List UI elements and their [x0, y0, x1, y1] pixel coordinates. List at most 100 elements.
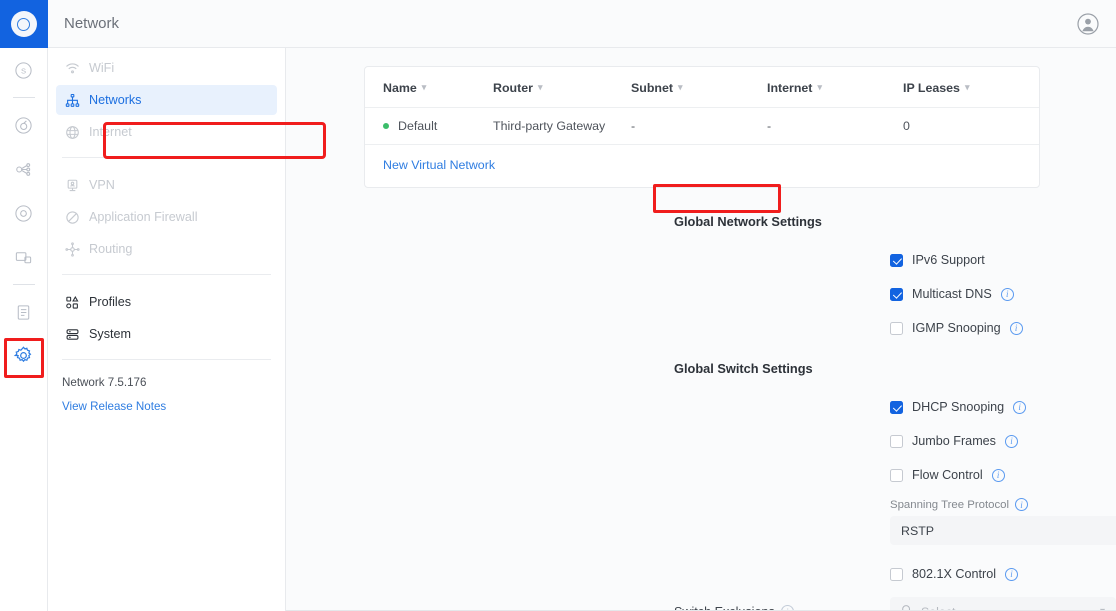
rail-item-logs[interactable]	[0, 290, 48, 334]
sidebar-item-label: Profiles	[89, 295, 131, 309]
spanning-tree-protocol-select[interactable]: RSTP ▾	[890, 516, 1116, 545]
info-icon[interactable]: i	[1010, 322, 1023, 335]
camera-circle-icon	[14, 204, 33, 223]
rail-separator-1	[13, 97, 35, 98]
checkbox-row-multicast-dns[interactable]: Multicast DNS i	[890, 283, 1116, 305]
checkbox-label: IPv6 Support	[912, 253, 985, 267]
rail-item-protect[interactable]: S	[0, 48, 48, 92]
vpn-icon	[64, 177, 80, 193]
dot1x-control-checkbox[interactable]	[890, 568, 903, 581]
account-avatar-icon[interactable]	[1076, 12, 1100, 36]
version-label: Network 7.5.176	[62, 376, 271, 389]
networks-table: Name▾ Router▾ Subnet▾ Internet▾	[365, 67, 1039, 145]
sidebar-item-label: WiFi	[89, 61, 114, 75]
settings-form: Global Network Settings IPv6 Support Mul…	[286, 214, 1116, 611]
content-area: Name▾ Router▾ Subnet▾ Internet▾	[286, 48, 1116, 611]
sidebar-item-label: System	[89, 327, 131, 341]
sidebar-item-label: Routing	[89, 242, 132, 256]
rail-item-camera[interactable]	[0, 191, 48, 235]
nav-group-connectivity: WiFi Networks	[48, 51, 285, 147]
checkbox-label: Jumbo Frames	[912, 434, 996, 448]
checkbox-label: Flow Control	[912, 468, 983, 482]
sidebar-item-networks[interactable]: Networks	[56, 85, 277, 115]
sidebar-item-label: Internet	[89, 125, 132, 139]
column-header-internet[interactable]: Internet▾	[767, 67, 903, 108]
ipv6-support-checkbox[interactable]	[890, 254, 903, 267]
new-virtual-network-highlight-box	[653, 184, 781, 213]
multicast-dns-checkbox[interactable]	[890, 288, 903, 301]
main-panel: Network Name▾	[286, 0, 1116, 611]
select-value: RSTP	[901, 524, 934, 538]
unifi-logo-icon[interactable]	[0, 0, 48, 48]
display-icon	[14, 248, 33, 267]
info-icon[interactable]: i	[1013, 401, 1026, 414]
column-header-subnet[interactable]: Subnet▾	[631, 67, 767, 108]
application-rail: S	[0, 0, 48, 611]
svg-text:S: S	[21, 66, 26, 75]
sidebar-item-label: VPN	[89, 178, 115, 192]
sidebar-footer: Network 7.5.176 View Release Notes	[48, 370, 285, 413]
column-header-ip-leases[interactable]: IP Leases▾	[903, 67, 1039, 108]
checkbox-label: 802.1X Control	[912, 567, 996, 581]
jumbo-frames-checkbox[interactable]	[890, 435, 903, 448]
nav-group-security: VPN Application Firewall	[48, 168, 285, 264]
sidebar-item-routing[interactable]: Routing	[56, 234, 277, 264]
rail-item-display[interactable]	[0, 235, 48, 279]
checkbox-row-dhcp-snooping[interactable]: DHCP Snooping i	[890, 396, 1116, 418]
app-root: S	[0, 0, 1116, 611]
wifi-icon	[64, 60, 80, 76]
cell-router: Third-party Gateway	[493, 108, 631, 145]
globe-icon	[64, 124, 80, 140]
sidebar-item-system[interactable]: System	[56, 319, 277, 349]
checkbox-label: IGMP Snooping	[912, 321, 1001, 335]
checkbox-row-ipv6-support[interactable]: IPv6 Support	[890, 249, 1116, 271]
status-dot-online	[383, 123, 389, 129]
top-header-bar: Network	[48, 0, 1116, 48]
rail-item-topology[interactable]	[0, 147, 48, 191]
table-footer: New Virtual Network	[365, 145, 1039, 187]
release-notes-link[interactable]: View Release Notes	[62, 400, 271, 413]
checkbox-row-flow-control[interactable]: Flow Control i	[890, 464, 1116, 486]
rail-item-settings[interactable]	[4, 338, 44, 378]
flow-control-checkbox[interactable]	[890, 469, 903, 482]
circle-b-icon	[14, 116, 33, 135]
sidebar-item-application-firewall[interactable]: Application Firewall	[56, 202, 277, 232]
page-title: Network	[48, 15, 119, 32]
new-virtual-network-button[interactable]: New Virtual Network	[383, 158, 495, 172]
sidebar-item-internet[interactable]: Internet	[56, 117, 277, 147]
chevron-down-icon: ▾	[965, 82, 970, 93]
igmp-snooping-checkbox[interactable]	[890, 322, 903, 335]
sidebar-item-vpn[interactable]: VPN	[56, 170, 277, 200]
info-icon[interactable]: i	[1005, 435, 1018, 448]
global-switch-settings-title: Global Switch Settings	[286, 361, 1116, 376]
info-icon[interactable]: i	[1015, 498, 1028, 511]
profiles-icon	[64, 294, 80, 310]
checkbox-row-igmp-snooping[interactable]: IGMP Snooping i	[890, 317, 1116, 339]
checkbox-row-jumbo-frames[interactable]: Jumbo Frames i	[890, 430, 1116, 452]
column-header-name[interactable]: Name▾	[365, 67, 493, 108]
sidebar-divider-1	[62, 157, 271, 158]
switch-exclusions-row: Switch Exclusions i Select ▾	[286, 597, 1116, 611]
sidebar-item-label: Application Firewall	[89, 210, 198, 224]
info-icon[interactable]: i	[992, 469, 1005, 482]
info-icon[interactable]: i	[1005, 568, 1018, 581]
firewall-icon	[64, 209, 80, 225]
shield-s-icon: S	[14, 61, 33, 80]
info-icon[interactable]: i	[1001, 288, 1014, 301]
networks-table-card: Name▾ Router▾ Subnet▾ Internet▾	[364, 66, 1040, 188]
sidebar-divider-3	[62, 359, 271, 360]
system-icon	[64, 326, 80, 342]
dhcp-snooping-checkbox[interactable]	[890, 401, 903, 414]
checkbox-label: Multicast DNS	[912, 287, 992, 301]
rail-item-innerspace[interactable]	[0, 103, 48, 147]
sidebar-item-profiles[interactable]: Profiles	[56, 287, 277, 317]
table-row[interactable]: Default Third-party Gateway - - 0	[365, 108, 1039, 145]
cell-internet: -	[767, 108, 903, 145]
global-network-settings-title: Global Network Settings	[286, 214, 1116, 229]
checkbox-row-8021x-control[interactable]: 802.1X Control i	[890, 563, 1116, 585]
column-header-router[interactable]: Router▾	[493, 67, 631, 108]
routing-icon	[64, 241, 80, 257]
global-switch-settings-fields: DHCP Snooping i Jumbo Frames i Flow Cont…	[286, 396, 1116, 585]
sidebar-item-wifi[interactable]: WiFi	[56, 53, 277, 83]
switch-exclusions-select[interactable]: Select ▾	[890, 597, 1116, 611]
